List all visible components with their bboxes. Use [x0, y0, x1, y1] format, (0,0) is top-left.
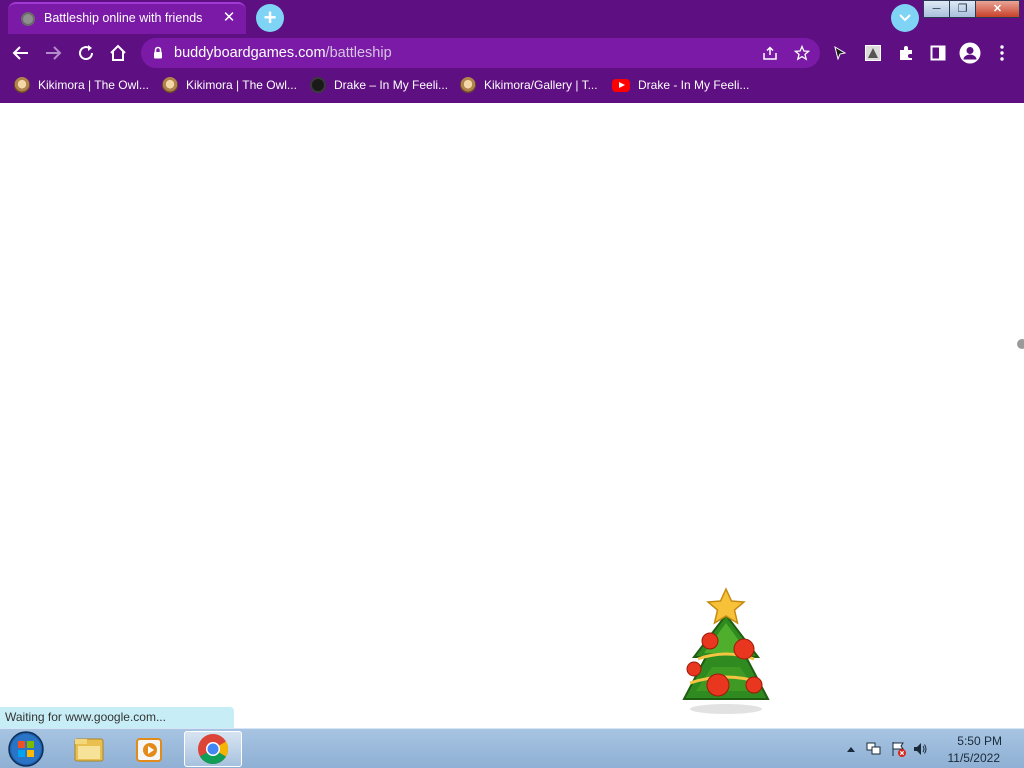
share-icon[interactable]: [762, 45, 778, 61]
show-hidden-icons-icon[interactable]: [846, 745, 856, 753]
taskbar: 5:50 PM 11/5/2022: [0, 728, 1024, 768]
puzzle-icon: [900, 46, 912, 60]
taskbar-chrome[interactable]: [184, 731, 242, 767]
media-player-icon: [136, 738, 162, 762]
toolbar: buddyboardgames.com/battleship: [0, 36, 1024, 70]
bookmark-kikimora-1[interactable]: Kikimora | The Owl...: [14, 75, 149, 95]
reload-button[interactable]: [75, 42, 97, 64]
back-arrow-icon: [12, 46, 28, 60]
bookmark-label: Kikimora | The Owl...: [186, 78, 297, 92]
side-panel-button[interactable]: [927, 42, 949, 64]
cursor-extension-button[interactable]: [829, 42, 851, 64]
address-bar[interactable]: buddyboardgames.com/battleship: [141, 38, 820, 68]
tab-search-button[interactable]: [891, 4, 919, 32]
kebab-menu-icon: [1000, 45, 1004, 61]
window-controls: ─ ❐ ✕: [923, 0, 1020, 18]
windows-logo-icon: [8, 731, 44, 767]
chrome-icon: [198, 734, 229, 765]
url-path: /battleship: [325, 45, 392, 61]
browser-chrome: Battleship online with friends ✕ + ─ ❐ ✕: [0, 0, 1024, 103]
system-tray: 5:50 PM 11/5/2022: [834, 729, 1024, 768]
home-icon: [110, 44, 126, 61]
profile-button[interactable]: [959, 42, 981, 64]
drake-icon: [310, 77, 326, 93]
extension-button[interactable]: [862, 42, 884, 64]
tab-battleship[interactable]: Battleship online with friends ✕: [8, 2, 246, 34]
chevron-down-icon: [899, 14, 911, 22]
minimize-button[interactable]: ─: [923, 0, 950, 18]
bookmark-label: Drake – In My Feeli...: [334, 78, 449, 92]
volume-icon[interactable]: [912, 741, 928, 757]
home-button[interactable]: [107, 42, 129, 64]
owl-house-icon: [162, 77, 178, 93]
bookmark-kikimora-2[interactable]: Kikimora | The Owl...: [162, 75, 297, 95]
action-center-flag-icon[interactable]: [890, 741, 906, 757]
owl-house-icon: [14, 77, 30, 93]
youtube-icon: [612, 78, 630, 92]
tab-close-icon[interactable]: ✕: [220, 9, 238, 27]
taskbar-explorer[interactable]: [60, 731, 118, 767]
lock-icon[interactable]: [153, 46, 163, 59]
page-content: Waiting for www.google.com...: [0, 103, 1024, 728]
site-favicon-icon: [21, 12, 35, 26]
url-domain: buddyboardgames.com: [174, 45, 326, 61]
taskbar-media-player[interactable]: [120, 731, 178, 767]
owl-house-icon: [460, 77, 476, 93]
bookmark-kikimora-gallery[interactable]: Kikimora/Gallery | T...: [460, 75, 598, 95]
reload-icon: [79, 45, 94, 61]
network-icon[interactable]: [866, 741, 882, 757]
folder-icon: [74, 738, 104, 762]
forward-button[interactable]: [42, 42, 64, 64]
tab-strip: Battleship online with friends ✕ + ─ ❐ ✕: [0, 0, 1024, 36]
tab-title: Battleship online with friends: [44, 11, 203, 25]
restore-button[interactable]: ❐: [949, 0, 976, 18]
clock-time[interactable]: 5:50 PM: [957, 734, 1002, 748]
start-button[interactable]: [6, 730, 46, 768]
new-tab-button[interactable]: +: [256, 4, 284, 32]
bookmarks-bar: Kikimora | The Owl... Kikimora | The Owl…: [0, 70, 1024, 100]
christmas-tree-icon: [682, 587, 770, 714]
extensions-button[interactable]: [895, 42, 917, 64]
bookmark-label: Kikimora | The Owl...: [38, 78, 149, 92]
back-button[interactable]: [10, 42, 32, 64]
url-text[interactable]: buddyboardgames.com/battleship: [174, 45, 392, 61]
loading-spinner-icon: [1017, 339, 1024, 349]
forward-arrow-icon: [46, 46, 62, 60]
bookmark-star-icon[interactable]: [794, 45, 810, 61]
bookmark-drake-youtube[interactable]: Drake - In My Feeli...: [612, 75, 749, 95]
cursor-icon: [834, 45, 847, 61]
bookmark-label: Kikimora/Gallery | T...: [484, 78, 598, 92]
clock-date[interactable]: 11/5/2022: [948, 751, 1001, 765]
bookmark-drake-1[interactable]: Drake – In My Feeli...: [310, 75, 448, 95]
bookmark-label: Drake - In My Feeli...: [638, 78, 750, 92]
profile-avatar-icon: [959, 42, 981, 64]
status-bubble: Waiting for www.google.com...: [0, 707, 234, 728]
chrome-menu-button[interactable]: [991, 42, 1013, 64]
extension-avatar-icon: [865, 45, 881, 61]
close-window-button[interactable]: ✕: [975, 0, 1020, 18]
side-panel-icon: [930, 45, 946, 61]
